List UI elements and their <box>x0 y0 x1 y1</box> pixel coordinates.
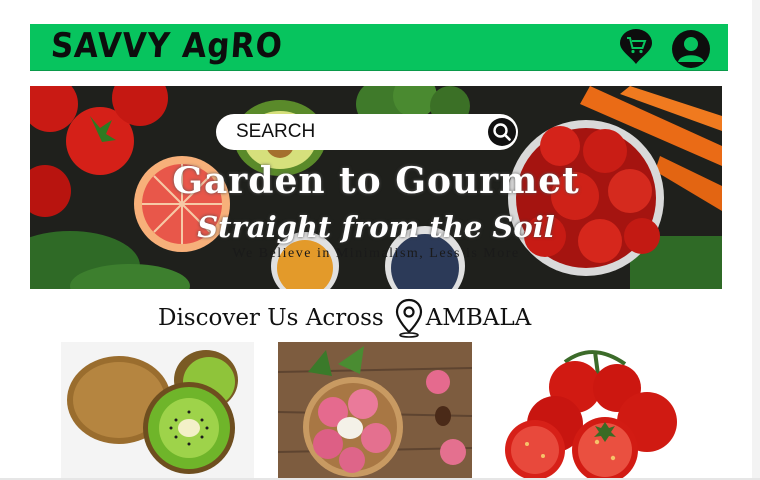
kiwi-image <box>61 342 254 480</box>
search-icon[interactable] <box>488 118 516 146</box>
product-card-litchi[interactable] <box>278 342 472 480</box>
page-scroll-edge <box>752 0 760 480</box>
tomato-image <box>495 342 690 480</box>
discover-text: Discover Us Across <box>158 305 384 331</box>
cart-location-icon[interactable] <box>618 29 654 65</box>
top-header: SAVVY AgRO <box>30 24 728 71</box>
hero-subtitle: Straight from the Soil <box>197 210 555 244</box>
discover-section: Discover Us Across AMBALA <box>158 298 531 338</box>
hero-banner: SEARCH Garden to Gourmet Straight from t… <box>30 86 722 289</box>
user-avatar-icon[interactable] <box>671 29 711 69</box>
map-pin-icon <box>395 298 422 338</box>
product-card-kiwi[interactable] <box>61 342 254 480</box>
hero-title: Garden to Gourmet <box>172 160 580 202</box>
hero-tagline: We Believe in Minimalism, Less is More <box>232 246 520 261</box>
litchi-image <box>278 342 472 480</box>
city-name[interactable]: AMBALA <box>426 305 532 331</box>
search-bar[interactable]: SEARCH <box>216 114 518 150</box>
search-label[interactable]: SEARCH <box>236 121 315 143</box>
brand-logo[interactable]: SAVVY AgRO <box>50 26 285 66</box>
product-card-tomato[interactable] <box>495 342 690 480</box>
